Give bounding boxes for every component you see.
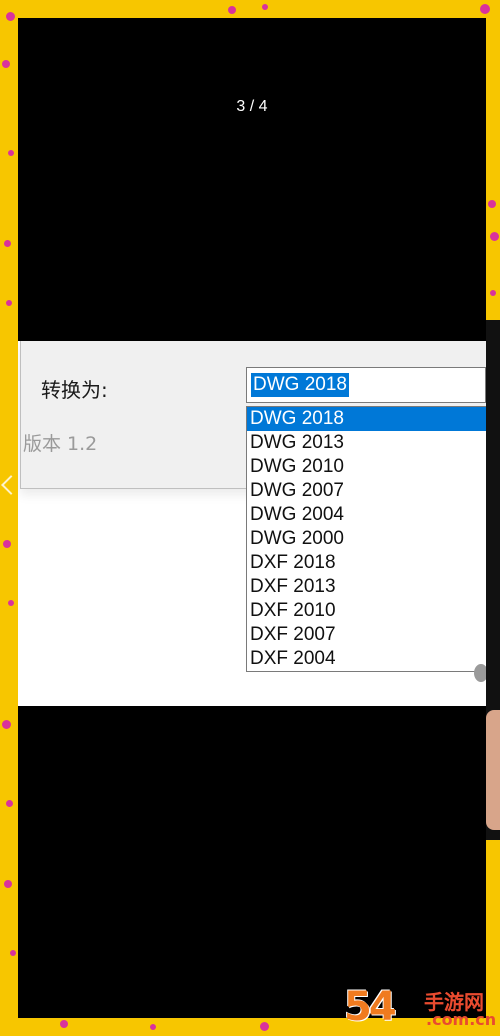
format-option[interactable]: DWG 2004 [247,503,486,527]
format-select[interactable]: DWG 2018 [246,367,486,403]
format-option[interactable]: DXF 2004 [247,647,486,671]
decor-dot [490,290,496,296]
decor-dot [150,1024,156,1030]
decor-dot [480,4,490,14]
watermark-number: 54 [344,984,397,1030]
format-option[interactable]: DXF 2010 [247,599,486,623]
decor-dot [4,240,11,247]
format-option[interactable]: DWG 2018 [247,407,486,431]
decor-dot [2,720,11,729]
scroll-handle[interactable] [474,664,486,682]
format-option[interactable]: DXF 2007 [247,623,486,647]
format-option[interactable]: DWG 2013 [247,431,486,455]
convert-to-label: 转换为: [41,378,108,402]
version-label: 版本 1.2 [23,433,98,455]
decor-dot [4,880,12,888]
page-counter: 3 / 4 [236,98,268,115]
format-option[interactable]: DWG 2007 [247,479,486,503]
format-dropdown-list[interactable]: DWG 2018 DWG 2013 DWG 2010 DWG 2007 DWG 2004… [246,406,486,672]
decor-dot [2,60,10,68]
format-select-value: DWG 2018 [251,373,349,397]
format-option[interactable]: DWG 2010 [247,455,486,479]
format-option[interactable]: DWG 2000 [247,527,486,551]
person-photo-edge [486,320,500,840]
image-viewer: 3 / 4 转换为: 版本 1.2 DWG 2018 DWG 2018 DWG 2… [18,18,486,1018]
decor-dot [8,150,14,156]
decor-dot [6,12,15,21]
dialog-screenshot: 转换为: 版本 1.2 DWG 2018 DWG 2018 DWG 2013 DWG… [18,341,486,706]
decor-dot [260,1022,269,1031]
format-option[interactable]: DXF 2013 [247,575,486,599]
format-option[interactable]: DXF 2018 [247,551,486,575]
decor-dot [6,800,13,807]
skin-area [486,710,500,830]
decor-dot [10,950,16,956]
decor-dot [3,540,11,548]
decor-dot [228,6,236,14]
decor-dot [8,600,14,606]
decor-dot [6,300,12,306]
watermark-domain: .com.cn [426,1010,497,1029]
decor-dot [490,232,499,241]
decor-dot [60,1020,68,1028]
site-watermark-logo: 54 手游网 .com.cn [340,978,500,1036]
decor-dot [262,4,268,10]
decor-dot [488,200,496,208]
